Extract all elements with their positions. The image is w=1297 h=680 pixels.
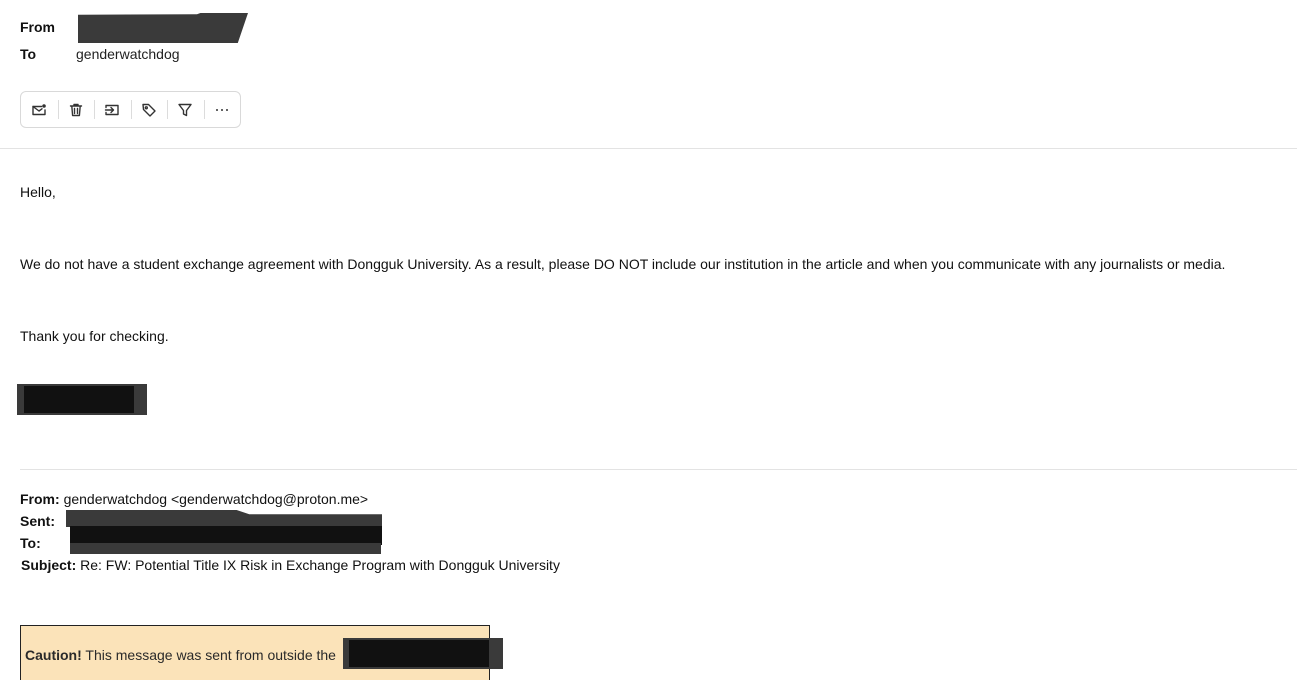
email-view: From To genderwatchdog Hello, We do not … bbox=[0, 0, 1297, 680]
redacted-sent bbox=[66, 510, 382, 527]
caution-message: This message was sent from outside the bbox=[85, 647, 336, 663]
quoted-subject-label: Subject: bbox=[21, 557, 77, 573]
to-recipient[interactable]: genderwatchdog bbox=[76, 46, 180, 62]
caution-bold: Caution! bbox=[25, 647, 82, 663]
redacted-sender bbox=[78, 13, 248, 43]
quoted-from-line: From: genderwatchdog <genderwatchdog@pro… bbox=[20, 491, 368, 507]
filter-icon bbox=[178, 103, 192, 116]
tag-icon bbox=[142, 103, 156, 117]
to-label: To bbox=[20, 46, 37, 62]
quoted-subject-line: Subject: Re: FW: Potential Title IX Risk… bbox=[21, 557, 560, 573]
envelope-dot-icon bbox=[32, 103, 47, 115]
from-label: From bbox=[20, 19, 55, 35]
quoted-sent-line: Sent: bbox=[20, 513, 55, 529]
message-toolbar bbox=[20, 91, 241, 128]
trash-icon bbox=[69, 103, 82, 116]
move-to-folder-icon bbox=[105, 104, 119, 115]
quote-divider bbox=[20, 469, 1297, 470]
greeting: Hello, bbox=[20, 184, 56, 200]
move-button[interactable] bbox=[94, 92, 131, 127]
message-paragraph: We do not have a student exchange agreem… bbox=[20, 256, 1226, 272]
quoted-from-label: From: bbox=[20, 491, 60, 507]
redacted-signature-inner bbox=[24, 386, 134, 413]
redacted-to-lower bbox=[70, 543, 381, 554]
quoted-subject-value: Re: FW: Potential Title IX Risk in Excha… bbox=[80, 557, 560, 573]
closing: Thank you for checking. bbox=[20, 328, 169, 344]
delete-button[interactable] bbox=[57, 92, 95, 127]
header-divider bbox=[0, 148, 1297, 149]
more-button[interactable] bbox=[203, 92, 241, 127]
filter-button[interactable] bbox=[167, 92, 204, 127]
label-button[interactable] bbox=[130, 92, 168, 127]
caution-text: Caution! This message was sent from outs… bbox=[25, 647, 336, 663]
quoted-sent-label: Sent: bbox=[20, 513, 55, 529]
more-horizontal-icon bbox=[215, 108, 228, 111]
mark-unread-button[interactable] bbox=[21, 92, 58, 127]
quoted-to-label: To: bbox=[20, 535, 41, 551]
quoted-to-line: To: bbox=[20, 535, 41, 551]
redacted-org-inner bbox=[349, 640, 489, 667]
quoted-from-value: genderwatchdog <genderwatchdog@proton.me… bbox=[63, 491, 369, 507]
